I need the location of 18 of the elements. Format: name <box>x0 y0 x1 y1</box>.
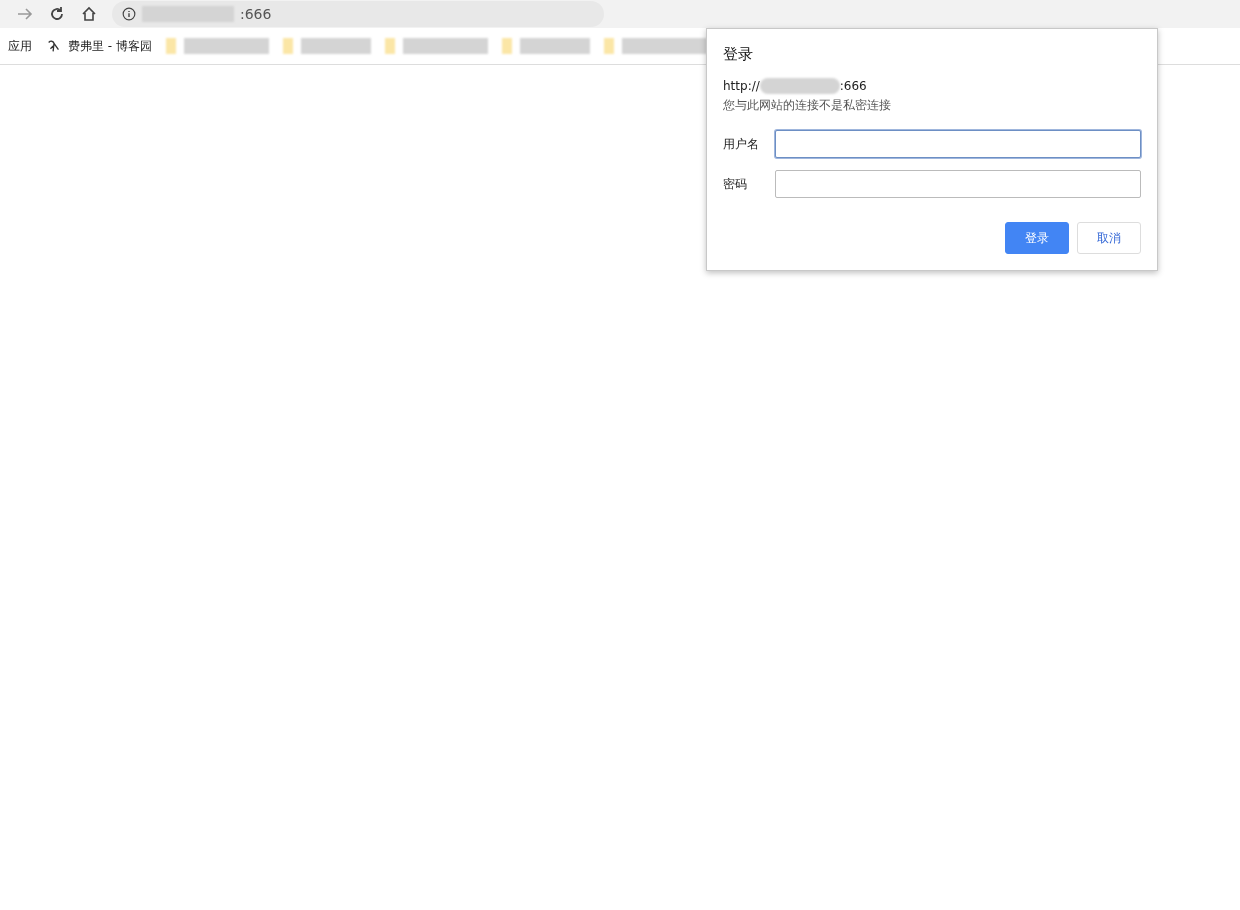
password-field[interactable] <box>775 170 1141 198</box>
bookmark[interactable]: 应用 <box>8 37 32 55</box>
username-field[interactable] <box>775 130 1141 158</box>
site-icon <box>46 38 62 54</box>
cancel-button[interactable]: 取消 <box>1077 222 1141 254</box>
home-icon[interactable] <box>80 5 98 23</box>
url-port: :666 <box>240 6 272 22</box>
origin-prefix: http:// <box>723 79 760 93</box>
dialog-title: 登录 <box>723 45 754 64</box>
address-bar[interactable]: :666 <box>112 1 604 27</box>
field-label: 密码 <box>723 175 748 193</box>
field-label: 用户名 <box>723 135 760 153</box>
login-button[interactable]: 登录 <box>1005 222 1069 254</box>
connection-warning: 您与此网站的连接不是私密连接 <box>723 97 892 114</box>
info-icon[interactable] <box>122 7 136 21</box>
reload-icon[interactable] <box>48 5 66 23</box>
origin-port: :666 <box>839 79 867 93</box>
bookmark[interactable]: 费弗里 - 博客园 <box>46 37 152 55</box>
